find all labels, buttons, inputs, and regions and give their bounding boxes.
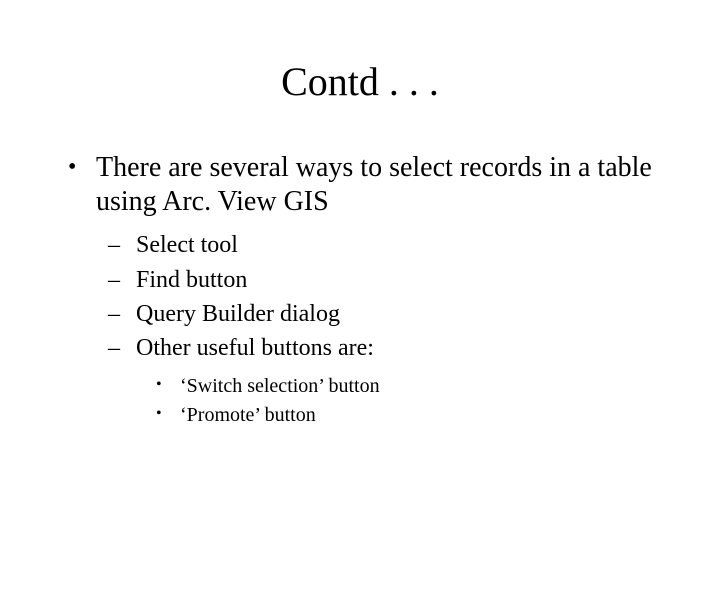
list-item-text: Select tool (136, 232, 238, 258)
list-item: ‘Promote’ button (136, 402, 670, 429)
list-item-text: Query Builder dialog (136, 301, 340, 327)
bullet-list-level1: There are several ways to select records… (62, 151, 670, 429)
slide-title: Contd . . . (0, 58, 720, 105)
list-item: There are several ways to select records… (62, 151, 670, 429)
list-item: Select tool (96, 229, 670, 261)
list-item-text: ‘Switch selection’ button (180, 375, 380, 397)
list-item-text: Find button (136, 267, 247, 293)
list-item: ‘Switch selection’ button (136, 373, 670, 400)
slide: Contd . . . There are several ways to se… (0, 58, 720, 598)
list-item: Find button (96, 264, 670, 296)
list-item: Other useful buttons are: ‘Switch select… (96, 332, 670, 428)
bullet-list-level2: Select tool Find button Query Builder di… (96, 229, 670, 429)
bullet-list-level3: ‘Switch selection’ button ‘Promote’ butt… (136, 373, 670, 429)
list-item-text: ‘Promote’ button (180, 404, 316, 426)
list-item-text: There are several ways to select records… (96, 152, 652, 217)
slide-body: There are several ways to select records… (62, 151, 670, 429)
list-item-text: Other useful buttons are: (136, 335, 374, 361)
list-item: Query Builder dialog (96, 298, 670, 330)
